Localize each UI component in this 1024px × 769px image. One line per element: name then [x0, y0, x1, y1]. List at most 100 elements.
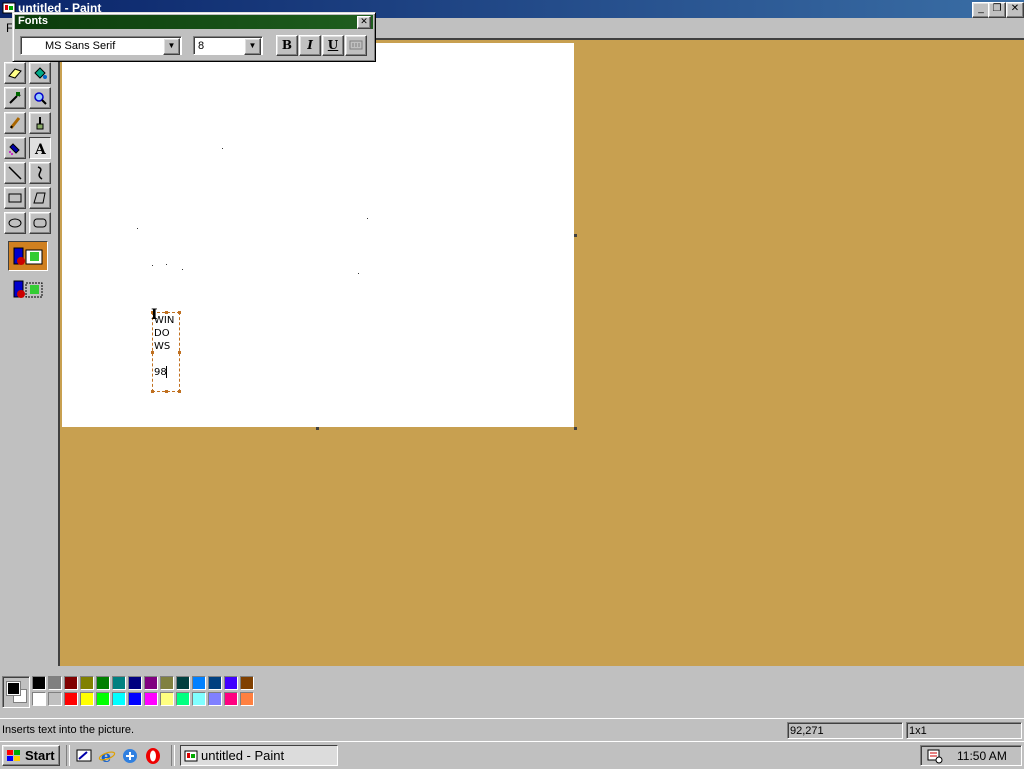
- tool-magnifier[interactable]: [29, 87, 51, 109]
- palette-color-swatch[interactable]: [80, 692, 94, 706]
- vertical-text-icon: [349, 40, 363, 50]
- tool-brush[interactable]: [29, 112, 51, 134]
- canvas-speck: [367, 218, 368, 219]
- palette-color-swatch[interactable]: [32, 676, 46, 690]
- bold-button[interactable]: B: [276, 35, 298, 56]
- palette-color-swatch[interactable]: [176, 692, 190, 706]
- system-tray: 11:50 AM: [920, 745, 1022, 766]
- polygon-icon: [33, 192, 46, 204]
- palette-color-swatch[interactable]: [224, 676, 238, 690]
- eraser-icon: [8, 68, 22, 79]
- curve-icon: [37, 166, 43, 180]
- italic-button[interactable]: I: [299, 35, 321, 56]
- underline-button[interactable]: U: [322, 35, 344, 56]
- canvas-resize-handle-right[interactable]: [574, 234, 577, 237]
- restore-button[interactable]: ❐: [988, 2, 1006, 18]
- canvas-resize-handle-corner[interactable]: [574, 427, 577, 430]
- palette-color-swatch[interactable]: [96, 676, 110, 690]
- font-size-combo[interactable]: 8 ▼: [193, 36, 263, 55]
- opera-icon[interactable]: [144, 747, 162, 765]
- rounded-rectangle-icon: [33, 218, 47, 228]
- tool-eraser[interactable]: [4, 62, 26, 84]
- palette-color-swatch[interactable]: [128, 676, 142, 690]
- close-button[interactable]: ✕: [1006, 2, 1024, 18]
- start-button[interactable]: Start: [2, 745, 60, 766]
- tool-rectangle[interactable]: [4, 187, 26, 209]
- canvas-speck: [222, 148, 223, 149]
- transparent-background-icon: [13, 280, 43, 298]
- palette-color-swatch[interactable]: [144, 676, 158, 690]
- font-name-value: MS Sans Serif: [45, 40, 116, 52]
- tool-rounded-rectangle[interactable]: [29, 212, 51, 234]
- tool-line[interactable]: [4, 162, 26, 184]
- status-help-text: Inserts text into the picture.: [2, 724, 135, 736]
- show-desktop-icon[interactable]: [75, 747, 93, 765]
- palette-color-swatch[interactable]: [144, 692, 158, 706]
- taskbar-divider: [66, 745, 70, 766]
- text-caret: [166, 366, 167, 378]
- palette-color-swatch[interactable]: [64, 676, 78, 690]
- paint-bucket-icon: [34, 67, 47, 79]
- canvas-resize-handle-bottom[interactable]: [316, 427, 319, 430]
- opaque-background-option[interactable]: [8, 241, 48, 271]
- eyedropper-icon: [9, 92, 21, 104]
- font-name-combo[interactable]: MS Sans Serif ▼: [20, 36, 182, 55]
- tool-ellipse[interactable]: [4, 212, 26, 234]
- palette-color-swatch[interactable]: [160, 676, 174, 690]
- palette-color-swatch[interactable]: [192, 692, 206, 706]
- palette-color-swatch[interactable]: [128, 692, 142, 706]
- scheduled-tasks-icon[interactable]: [927, 748, 943, 764]
- taskbar-item-paint[interactable]: untitled - Paint: [180, 745, 338, 766]
- status-selection-size: 1x1: [906, 722, 1022, 739]
- taskbar: Start e untitled - Paint 11:50 AM: [0, 741, 1024, 769]
- chevron-down-icon[interactable]: ▼: [163, 38, 180, 55]
- palette-color-swatch[interactable]: [96, 692, 110, 706]
- palette-color-swatch[interactable]: [224, 692, 238, 706]
- drawing-canvas[interactable]: [62, 43, 574, 427]
- palette-color-swatch[interactable]: [160, 692, 174, 706]
- vertical-text-button[interactable]: [345, 35, 367, 56]
- canvas-text-line: DO: [154, 328, 170, 339]
- palette-color-swatch[interactable]: [80, 676, 94, 690]
- palette-color-swatch[interactable]: [208, 692, 222, 706]
- fonts-toolbar-window[interactable]: Fonts ✕ MS Sans Serif ▼ 8 ▼ B I U: [12, 12, 376, 62]
- status-bar: Inserts text into the picture. 92,271 1x…: [0, 718, 1024, 741]
- windows-logo-icon: [7, 750, 20, 761]
- palette-color-swatch[interactable]: [192, 676, 206, 690]
- taskbar-divider: [171, 745, 175, 766]
- font-size-value: 8: [198, 40, 205, 52]
- svg-text:e: e: [101, 747, 111, 765]
- palette-color-swatch[interactable]: [240, 692, 254, 706]
- tool-pencil[interactable]: [4, 112, 26, 134]
- airbrush-icon: [9, 143, 20, 155]
- palette-color-swatch[interactable]: [176, 676, 190, 690]
- foreground-color-swatch: [6, 681, 21, 696]
- palette-color-swatch[interactable]: [208, 676, 222, 690]
- canvas-text-line: WS: [154, 341, 171, 352]
- tool-curve[interactable]: [29, 162, 51, 184]
- palette-color-swatch[interactable]: [240, 676, 254, 690]
- internet-explorer-icon[interactable]: e: [98, 747, 116, 765]
- tool-polygon[interactable]: [29, 187, 51, 209]
- line-icon: [8, 166, 22, 180]
- paint-app-icon: [184, 750, 198, 762]
- palette-color-swatch[interactable]: [48, 676, 62, 690]
- channels-icon[interactable]: [121, 747, 139, 765]
- tool-fill[interactable]: [29, 62, 51, 84]
- tool-pick-color[interactable]: [4, 87, 26, 109]
- tool-airbrush[interactable]: [4, 137, 26, 159]
- palette-color-swatch[interactable]: [32, 692, 46, 706]
- transparent-background-option[interactable]: [8, 274, 48, 304]
- chevron-down-icon[interactable]: ▼: [244, 38, 261, 55]
- fonts-titlebar[interactable]: Fonts ✕: [15, 15, 373, 29]
- palette-color-swatch[interactable]: [112, 676, 126, 690]
- palette-color-swatch[interactable]: [112, 692, 126, 706]
- fonts-close-button[interactable]: ✕: [357, 16, 371, 29]
- opaque-background-icon: [13, 247, 43, 265]
- tool-text[interactable]: A: [29, 137, 51, 159]
- canvas-speck: [166, 264, 167, 265]
- canvas-speck: [137, 228, 138, 229]
- palette-color-swatch[interactable]: [64, 692, 78, 706]
- palette-color-swatch[interactable]: [48, 692, 62, 706]
- clock[interactable]: 11:50 AM: [957, 749, 1007, 763]
